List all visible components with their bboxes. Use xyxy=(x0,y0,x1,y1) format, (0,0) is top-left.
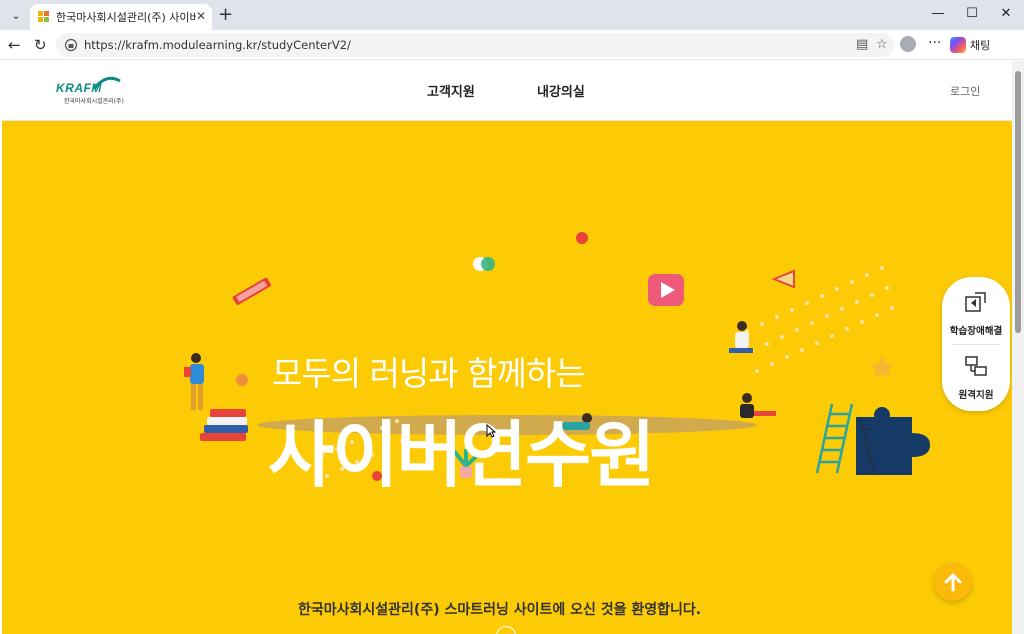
browser-tab[interactable]: 한국마사회시설관리(주) 사이버 연 ✕ xyxy=(30,4,212,30)
arrow-up-icon xyxy=(944,573,962,592)
copilot-icon xyxy=(950,37,966,53)
welcome-message: 한국마사회시설관리(주) 스마트러닝 사이트에 오신 것을 환영합니다. xyxy=(298,602,702,618)
web-page: KRAFM 한국마사회시설관리(주) 고객지원 내강의실 로그인 모두의 러닝과… xyxy=(2,61,1012,634)
hero-title: 사이버연수원 xyxy=(268,413,655,497)
page-scrollbar[interactable] xyxy=(1012,61,1024,634)
mouse-cursor-icon xyxy=(486,424,496,438)
reading-mode-icon[interactable]: ▤ xyxy=(856,37,868,52)
browser-tab-strip: ⌄ 한국마사회시설관리(주) 사이버 연 ✕ + — ☐ ✕ xyxy=(0,0,1024,30)
profile-avatar[interactable] xyxy=(900,36,916,52)
reload-icon[interactable]: ↻ xyxy=(34,36,47,54)
site-favicon-icon xyxy=(38,11,50,23)
side-item-label: 원격지원 xyxy=(958,390,994,401)
back-arrow-icon[interactable]: ← xyxy=(8,36,21,54)
quick-support-panel: 학습장애해결 원격지원 xyxy=(942,277,1010,411)
address-bar-row: ← ↻ https://krafm.modulearning.kr/studyC… xyxy=(0,30,1024,60)
more-menu-icon[interactable]: ··· xyxy=(928,35,941,51)
url-text: https://krafm.modulearning.kr/studyCente… xyxy=(84,38,351,52)
url-omnibox[interactable]: https://krafm.modulearning.kr/studyCente… xyxy=(56,33,894,57)
side-item-label: 학습장애해결 xyxy=(949,326,1003,337)
close-window-button[interactable]: ✕ xyxy=(996,6,1016,21)
nav-customer-support[interactable]: 고객지원 xyxy=(427,81,475,100)
scrollbar-thumb[interactable] xyxy=(1015,71,1021,333)
hero-banner: 모두의 러닝과 함께하는 사이버연수원 한국마사회시설관리(주) 스마트러닝 사… xyxy=(2,121,1012,634)
site-logo[interactable]: KRAFM 한국마사회시설관리(주) xyxy=(56,76,136,107)
remote-support-icon xyxy=(965,356,987,376)
logo-text: KRAFM xyxy=(56,81,102,95)
side-item-remote-support[interactable]: 원격지원 xyxy=(942,355,1010,401)
scroll-to-top-button[interactable] xyxy=(934,563,972,601)
tab-list-button[interactable]: ⌄ xyxy=(6,5,26,25)
minimize-button[interactable]: — xyxy=(928,6,948,21)
copilot-label: 채팅 xyxy=(970,39,991,52)
nav-my-classroom[interactable]: 내강의실 xyxy=(537,81,585,100)
site-info-icon[interactable] xyxy=(64,38,78,52)
favorite-star-icon[interactable]: ☆ xyxy=(876,37,888,52)
troubleshoot-icon xyxy=(965,292,986,312)
site-header: KRAFM 한국마사회시설관리(주) 고객지원 내강의실 로그인 xyxy=(2,61,1012,121)
tab-close-icon[interactable]: ✕ xyxy=(196,9,206,23)
maximize-button[interactable]: ☐ xyxy=(962,6,982,21)
tab-title: 한국마사회시설관리(주) 사이버 연 xyxy=(56,11,196,24)
side-item-troubleshoot[interactable]: 학습장애해결 xyxy=(942,291,1010,337)
copilot-button[interactable]: 채팅 xyxy=(950,35,1020,55)
new-tab-button[interactable]: + xyxy=(218,4,233,25)
login-link[interactable]: 로그인 xyxy=(950,83,980,99)
side-divider xyxy=(952,344,1000,345)
logo-subtext: 한국마사회시설관리(주) xyxy=(64,98,124,105)
hero-subtitle: 모두의 러닝과 함께하는 xyxy=(272,354,586,393)
